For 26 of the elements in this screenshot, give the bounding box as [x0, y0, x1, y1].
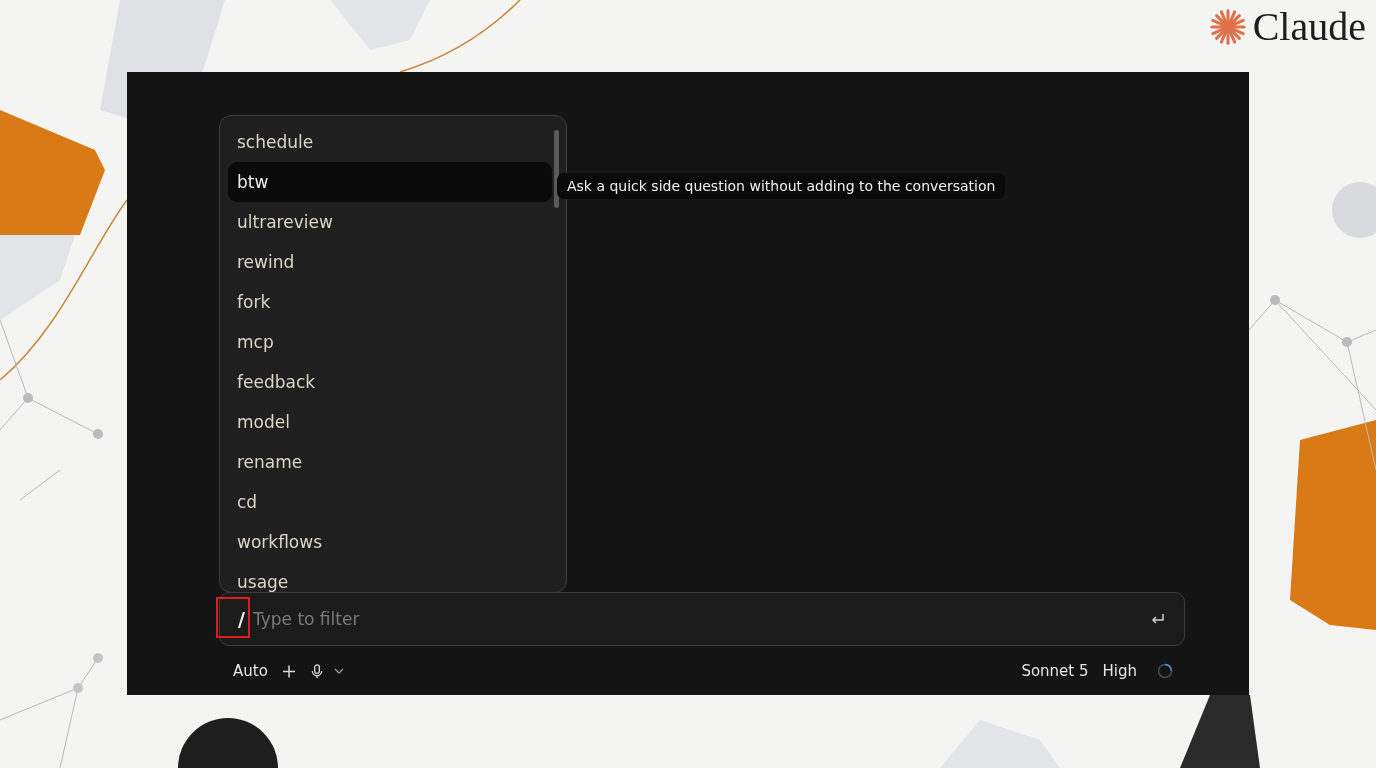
mode-selector[interactable]: Auto [233, 662, 268, 680]
command-item[interactable]: rewind [228, 242, 552, 282]
brand-name: Claude [1252, 6, 1366, 48]
command-item[interactable]: mcp [228, 322, 552, 362]
microphone-icon[interactable] [309, 663, 324, 679]
command-item[interactable]: cd [228, 482, 552, 522]
plus-icon[interactable] [281, 663, 296, 679]
chevron-down-icon[interactable] [333, 668, 344, 674]
input-placeholder: Type to filter [252, 609, 361, 629]
effort-selector[interactable]: High [1102, 662, 1137, 680]
command-item[interactable]: usage [228, 562, 552, 592]
command-item[interactable]: btw [228, 162, 552, 202]
command-input-field[interactable]: / Type to filter [219, 592, 1185, 646]
command-item[interactable]: feedback [228, 362, 552, 402]
command-item[interactable]: fork [228, 282, 552, 322]
enter-icon[interactable] [1150, 612, 1166, 626]
model-selector[interactable]: Sonnet 5 [1021, 662, 1089, 680]
command-item[interactable]: workflows [228, 522, 552, 562]
command-item[interactable]: ultrareview [228, 202, 552, 242]
sunburst-icon [1208, 8, 1247, 46]
slash-prefix: / [238, 608, 245, 630]
tooltip: Ask a quick side question without adding to the conversation [557, 173, 1006, 199]
command-item[interactable]: schedule [228, 122, 552, 162]
command-item[interactable]: rename [228, 442, 552, 482]
spinner-icon [1157, 663, 1173, 679]
command-item[interactable]: model [228, 402, 552, 442]
